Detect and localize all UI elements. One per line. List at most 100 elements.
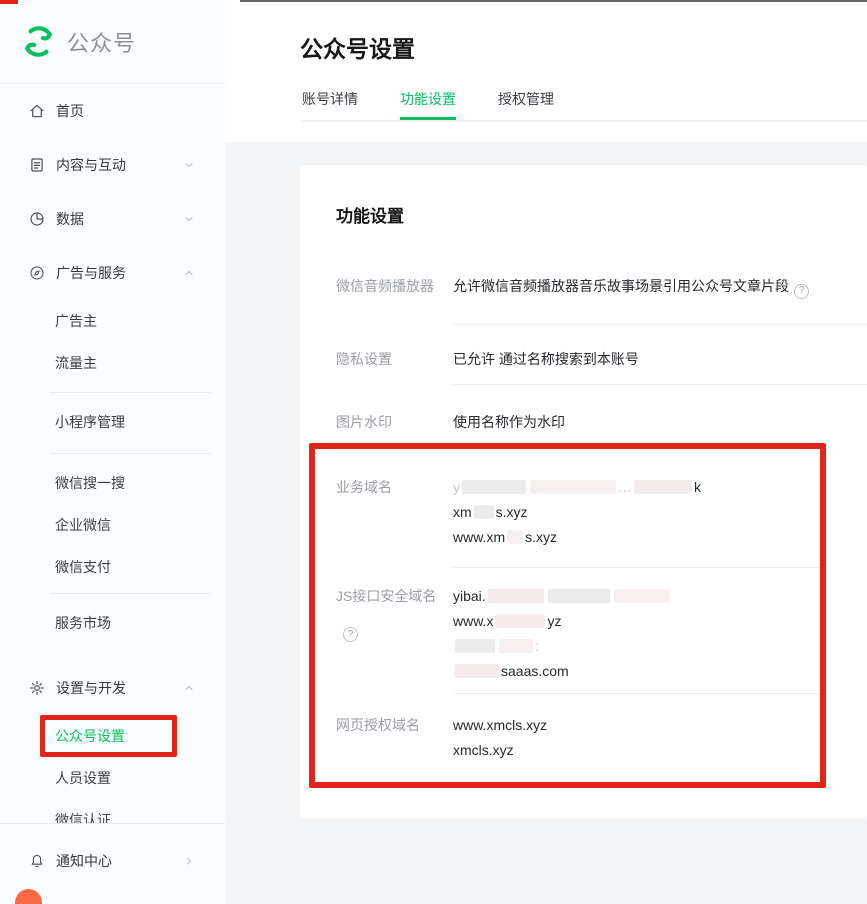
sidebar-item-10[interactable]: 企业微信 — [0, 504, 225, 546]
redacted-blur-patch — [614, 589, 670, 603]
settings-rows: 微信音频播放器 允许微信音频播放器音乐故事场景引用公众号文章片段? 隐私设置 已允… — [336, 276, 867, 763]
ads-icon — [28, 264, 46, 282]
setting-row-5: 网页授权域名 www.xmcls.xyz xmcls.xyz — [336, 713, 867, 763]
setting-row-3: 业务域名 y…kxms.xyzwww.xms.xyz — [336, 475, 867, 550]
setting-row-0: 微信音频播放器 允许微信音频播放器音乐故事场景引用公众号文章片段? — [336, 276, 867, 299]
sidebar-item-1[interactable]: 内容与互动 — [0, 138, 225, 192]
sidebar-item-label: 广告主 — [55, 311, 97, 331]
sidebar-item-label: 广告与服务 — [56, 263, 126, 283]
value-line: www.xms.xyz — [453, 525, 867, 550]
redacted-blur-patch — [548, 589, 610, 603]
chevron-right-icon — [183, 855, 195, 867]
sidebar-item-0[interactable]: 首页 — [0, 84, 225, 138]
value-line: 已允许 通过名称搜索到本账号 — [453, 349, 867, 369]
value-line: y … k — [453, 475, 867, 500]
redacted-faint-text: … — [618, 479, 632, 495]
redacted-blur-patch — [455, 664, 499, 678]
sidebar-item-9[interactable]: 微信搜一搜 — [0, 462, 225, 504]
value-text: yz — [547, 613, 561, 629]
page-title: 公众号设置 — [300, 30, 415, 64]
setting-label: 微信音频播放器 — [336, 276, 453, 299]
sidebar-item-15[interactable]: 设置与开发 — [0, 661, 225, 715]
sidebar-divider — [50, 392, 211, 393]
row-divider — [453, 567, 821, 568]
value-line: saaas.com — [453, 659, 867, 684]
redacted-blur-patch — [474, 505, 494, 519]
tab-2[interactable]: 授权管理 — [498, 89, 554, 120]
redacted-blur-patch — [462, 480, 526, 494]
tab-0[interactable]: 账号详情 — [302, 89, 358, 120]
value-text: s.xyz — [525, 529, 557, 545]
chevron-down-icon — [183, 159, 195, 171]
redacted-blur-patch — [495, 614, 545, 628]
value-line: 使用名称作为水印 — [453, 412, 867, 432]
value-text: xmcls.xyz — [453, 742, 514, 758]
sidebar-item-13[interactable]: 服务市场 — [0, 602, 225, 644]
logo-row[interactable]: 公众号 — [0, 0, 225, 84]
sidebar-divider — [50, 453, 211, 454]
setting-value: y…kxms.xyzwww.xms.xyz — [453, 475, 867, 550]
redacted-blur-patch — [530, 480, 616, 494]
sidebar-item-17[interactable]: 人员设置 — [0, 757, 225, 799]
sidebar-item-notification-center[interactable]: 通知中心 — [0, 834, 225, 888]
question-icon[interactable]: ? — [343, 627, 358, 642]
sidebar-item-4[interactable]: 广告主 — [0, 300, 225, 342]
sidebar-item-label: 内容与互动 — [56, 155, 126, 175]
sidebar-item-16[interactable]: 公众号设置 — [0, 715, 225, 757]
value-line: yibai. — [453, 584, 867, 609]
value-line: www.xmcls.xyz — [453, 713, 867, 738]
chevron-down-icon — [183, 213, 195, 225]
row-divider — [453, 693, 821, 694]
redacted-blur-patch — [455, 639, 495, 653]
redacted-blur-patch — [488, 589, 544, 603]
value-line: 允许微信音频播放器音乐故事场景引用公众号文章片段? — [453, 276, 867, 299]
setting-value: 使用名称作为水印 — [453, 412, 867, 432]
sidebar-item-5[interactable]: 流量主 — [0, 342, 225, 384]
sidebar-item-label: 设置与开发 — [56, 678, 126, 698]
row-divider — [453, 324, 867, 325]
setting-row-2: 图片水印 使用名称作为水印 — [336, 412, 867, 432]
artifact-red-corner — [0, 0, 18, 4]
sidebar-item-7[interactable]: 小程序管理 — [0, 401, 225, 443]
tab-1[interactable]: 功能设置 — [400, 89, 456, 120]
setting-label-text: JS接口安全域名 — [336, 588, 436, 604]
sidebar-item-label: 通知中心 — [56, 851, 112, 871]
setting-value: 允许微信音频播放器音乐故事场景引用公众号文章片段? — [453, 276, 867, 299]
setting-label: JS接口安全域名? — [336, 584, 453, 684]
redacted-blur-patch — [507, 530, 523, 544]
row-divider — [453, 384, 867, 385]
sidebar-item-label: 微信搜一搜 — [55, 473, 125, 493]
setting-label: 网页授权域名 — [336, 713, 453, 763]
artifact-top-line — [240, 0, 867, 2]
redacted-faint-text: y — [453, 479, 460, 495]
value-line: xm s.xyz — [453, 500, 867, 525]
data-icon — [28, 210, 46, 228]
sidebar-item-label: 人员设置 — [55, 768, 111, 788]
value-text: saaas.com — [501, 663, 569, 679]
sidebar-item-label: 企业微信 — [55, 515, 111, 535]
setting-label: 图片水印 — [336, 412, 453, 432]
question-icon[interactable]: ? — [794, 284, 809, 299]
value-text: xm — [453, 504, 472, 520]
value-text: k — [694, 479, 701, 495]
setting-row-4: JS接口安全域名? yibai.www.xyz:saaas.com — [336, 584, 867, 684]
logo-text: 公众号 — [67, 26, 136, 58]
sidebar-item-3[interactable]: 广告与服务 — [0, 246, 225, 300]
value-text: s.xyz — [496, 504, 528, 520]
sidebar-item-label: 公众号设置 — [55, 726, 125, 746]
bell-icon — [28, 852, 46, 870]
sidebar-item-11[interactable]: 微信支付 — [0, 546, 225, 588]
setting-value: yibai.www.xyz:saaas.com — [453, 584, 867, 684]
value-line: www.xyz — [453, 609, 867, 634]
value-text: www.xmcls.xyz — [453, 717, 547, 733]
sidebar-item-2[interactable]: 数据 — [0, 192, 225, 246]
value-text: 使用名称作为水印 — [453, 414, 565, 430]
chevron-up-icon — [183, 682, 195, 694]
gear-icon — [28, 679, 46, 697]
setting-row-1: 隐私设置 已允许 通过名称搜索到本账号 — [336, 349, 867, 369]
card-heading: 功能设置 — [336, 205, 867, 229]
official-account-swirl-icon — [20, 23, 57, 60]
setting-label-text: 隐私设置 — [336, 351, 392, 367]
chevron-up-icon — [183, 267, 195, 279]
content-icon — [28, 156, 46, 174]
